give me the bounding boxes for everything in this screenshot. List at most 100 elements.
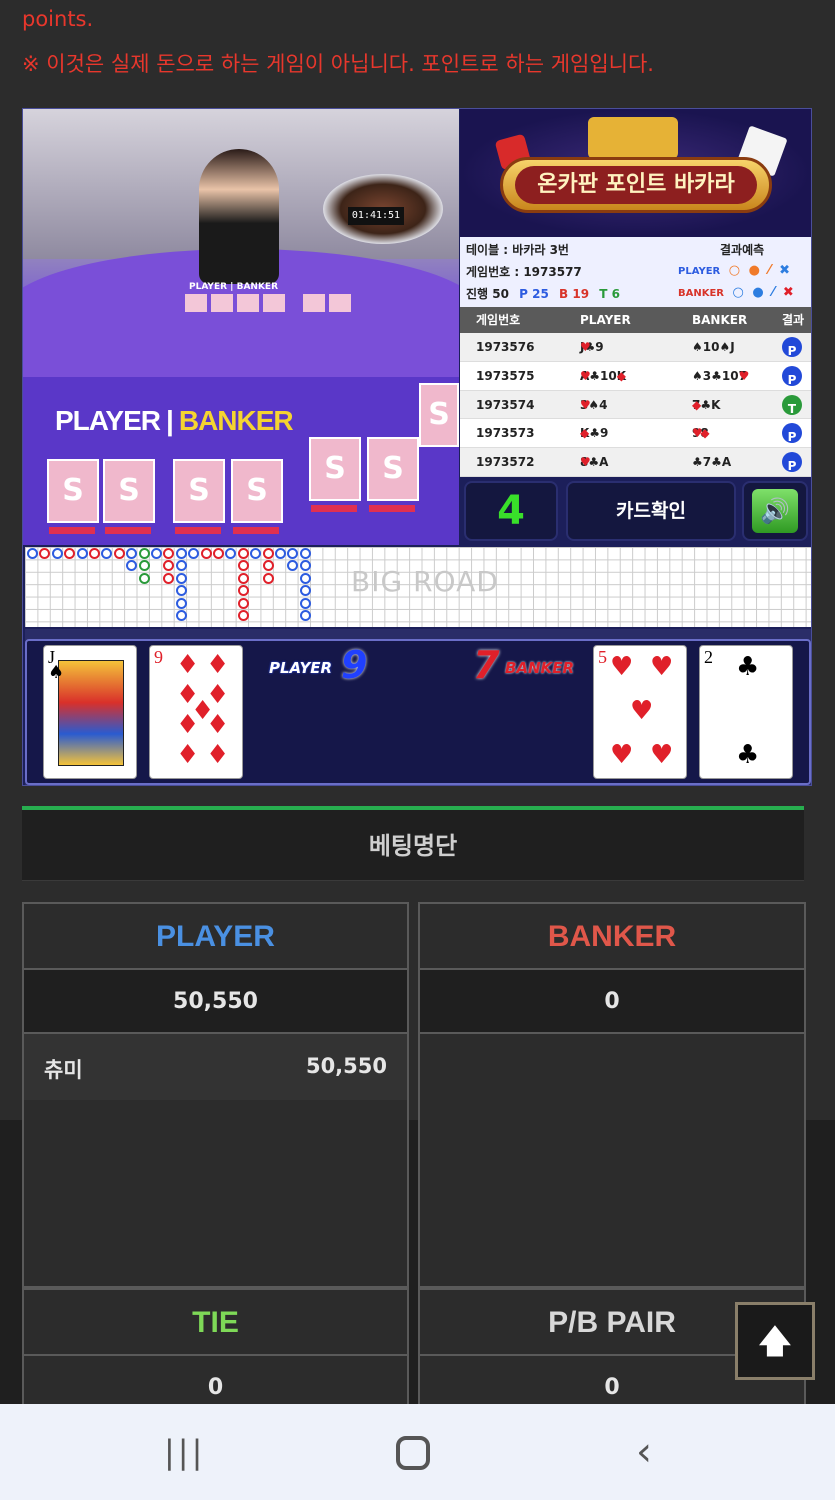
video-card: S: [103, 459, 155, 523]
road-marker: [237, 572, 249, 584]
road-marker: [126, 548, 138, 559]
banker-card-2: 2 ♣ ♣: [699, 645, 793, 779]
player-bet-header: PLAYER: [24, 904, 407, 970]
history-cell-no: 1973573: [476, 426, 535, 441]
road-marker: [225, 548, 237, 559]
notice-line-1: points.: [22, 7, 94, 31]
bet-amount: 50,550: [305, 1054, 387, 1078]
slash-icon: ⁄: [772, 285, 775, 300]
road-marker: [237, 597, 249, 609]
player-score-label: PLAYER: [269, 659, 333, 677]
recent-apps-icon[interactable]: |||: [164, 1434, 205, 1470]
road-marker: [287, 560, 299, 572]
history-cell-banker: ♥ 9 ◆ 8: [692, 426, 710, 441]
banker-bet-header: BANKER: [420, 904, 804, 970]
scroll-to-top-button[interactable]: 🡅: [735, 1302, 815, 1380]
road-marker: [89, 548, 100, 559]
player-score: 9: [341, 643, 368, 687]
system-nav-bar: ||| ‹: [0, 1404, 835, 1500]
predict-player-row[interactable]: PLAYER ○ ● ⁄ ✖: [678, 263, 790, 278]
video-pb-label: PLAYER | BANKER: [55, 405, 294, 436]
history-cell-player: ♥ J♣9: [580, 340, 604, 354]
road-marker: [39, 548, 51, 559]
history-cell-player: ♥ 8♣A: [580, 455, 609, 470]
road-marker: [237, 610, 249, 621]
history-cell-player: ♥ 3♠4: [580, 397, 608, 412]
video-card: S: [419, 383, 459, 447]
dealer: [199, 149, 279, 284]
road-marker: [237, 560, 249, 572]
circle-filled-icon: ●: [752, 285, 764, 300]
slash-icon: ⁄: [768, 263, 771, 278]
slot-machine-icon: [588, 117, 678, 159]
road-marker: [299, 560, 311, 572]
game-controls: 4 카드확인 🔊: [460, 479, 811, 545]
history-row: 1973572 ♥ 8♣A ♣7♣A P: [460, 448, 811, 477]
history-cell-no: 1973576: [476, 340, 535, 354]
banker-bet-total: 0: [420, 970, 804, 1034]
predict-banker-row[interactable]: BANKER ○ ● ⁄ ✖: [678, 285, 794, 300]
video-card: S: [367, 437, 419, 501]
home-icon[interactable]: [396, 1436, 430, 1470]
road-marker: [113, 548, 125, 559]
result-badge: T: [782, 394, 802, 416]
road-marker: [299, 597, 311, 609]
result-cards-panel: J ♠ 9 ♦ ♦ ♦ ♦ ♦ ♦ ♦ ♦ ♦ PLAYER 9 7 BANKE…: [25, 639, 811, 785]
video-card: S: [47, 459, 99, 523]
history-table: 게임번호 PLAYER BANKER 결과 1973576 ♥ J♣9 ♠10♠J P 1…: [460, 307, 811, 477]
road-marker: [299, 572, 311, 584]
banker-bet-panel: BANKER 0: [418, 902, 806, 1288]
road-marker: [237, 548, 249, 559]
road-marker: [175, 610, 187, 621]
table-info: 테이블 : 바카라 3번 게임번호 : 1973577 진행 50 P 25 B…: [460, 237, 811, 307]
road-marker: [76, 548, 88, 559]
player-bet-panel: PLAYER 50,550 츄미 50,550: [22, 902, 409, 1288]
live-video-feed: 01:41:51 PLAYER | BANKER PLAYER | BANKER S…: [23, 109, 459, 545]
arrow-up-icon: 🡅: [758, 1322, 792, 1360]
road-marker: [213, 548, 224, 559]
table-name: 테이블 : 바카라 3번: [466, 243, 569, 257]
circle-outline-icon: ○: [728, 263, 741, 278]
road-marker: [126, 560, 138, 572]
cross-icon: ✖: [782, 285, 794, 300]
road-marker: [250, 548, 262, 559]
result-badge: P: [782, 337, 802, 358]
video-card: S: [173, 459, 225, 523]
banker-score-label: BANKER: [505, 659, 575, 677]
bet-list-title: 베팅명단: [22, 806, 804, 881]
history-row: 1973573 ◆ K♣9 ♥ 9 ◆ 8 P: [460, 419, 811, 449]
notice-line-2: ※ 이것은 실제 돈으로 하는 게임이 아닙니다. 포인트로 하는 게임입니다.: [22, 52, 654, 76]
road-marker: [175, 597, 187, 609]
history-cell-banker: ♣7♣A: [692, 455, 732, 470]
banker-card-1: 5 ♥ ♥ ♥ ♥ ♥: [593, 645, 687, 779]
road-marker: [151, 548, 162, 559]
prediction-label: 결과예측: [720, 243, 765, 257]
cross-icon: ✖: [779, 263, 790, 278]
banker-score: 7: [473, 643, 500, 687]
big-road-label: BIG ROAD: [351, 565, 499, 598]
road-marker: [175, 560, 187, 572]
road-marker: [51, 548, 63, 559]
circle-filled-icon: ●: [748, 263, 760, 278]
player-bet-total: 50,550: [24, 970, 407, 1034]
countdown: 4: [464, 481, 558, 541]
history-header: 게임번호 PLAYER BANKER 결과: [460, 307, 811, 333]
road-marker: [299, 548, 311, 559]
history-row: 1973576 ♥ J♣9 ♠10♠J P: [460, 333, 811, 362]
sound-toggle[interactable]: 🔊: [742, 481, 808, 541]
player-card-2: 9 ♦ ♦ ♦ ♦ ♦ ♦ ♦ ♦ ♦: [149, 645, 243, 779]
logo-text: 온카판 포인트 바카라: [515, 166, 757, 204]
video-card: S: [231, 459, 283, 523]
road-marker: [299, 610, 311, 621]
history-cell-no: 1973575: [476, 368, 535, 383]
table-clock: 01:41:51: [348, 207, 404, 225]
game-number: 게임번호 : 1973577: [466, 265, 582, 279]
road-marker: [262, 572, 274, 584]
road-marker: [188, 548, 200, 559]
road-marker: [237, 585, 249, 597]
tie-bet-header: TIE: [24, 1290, 407, 1356]
bet-entry: 츄미 50,550: [24, 1034, 407, 1100]
back-icon[interactable]: ‹: [636, 1432, 652, 1472]
road-marker: [262, 548, 274, 559]
card-check-button[interactable]: 카드확인: [566, 481, 736, 541]
